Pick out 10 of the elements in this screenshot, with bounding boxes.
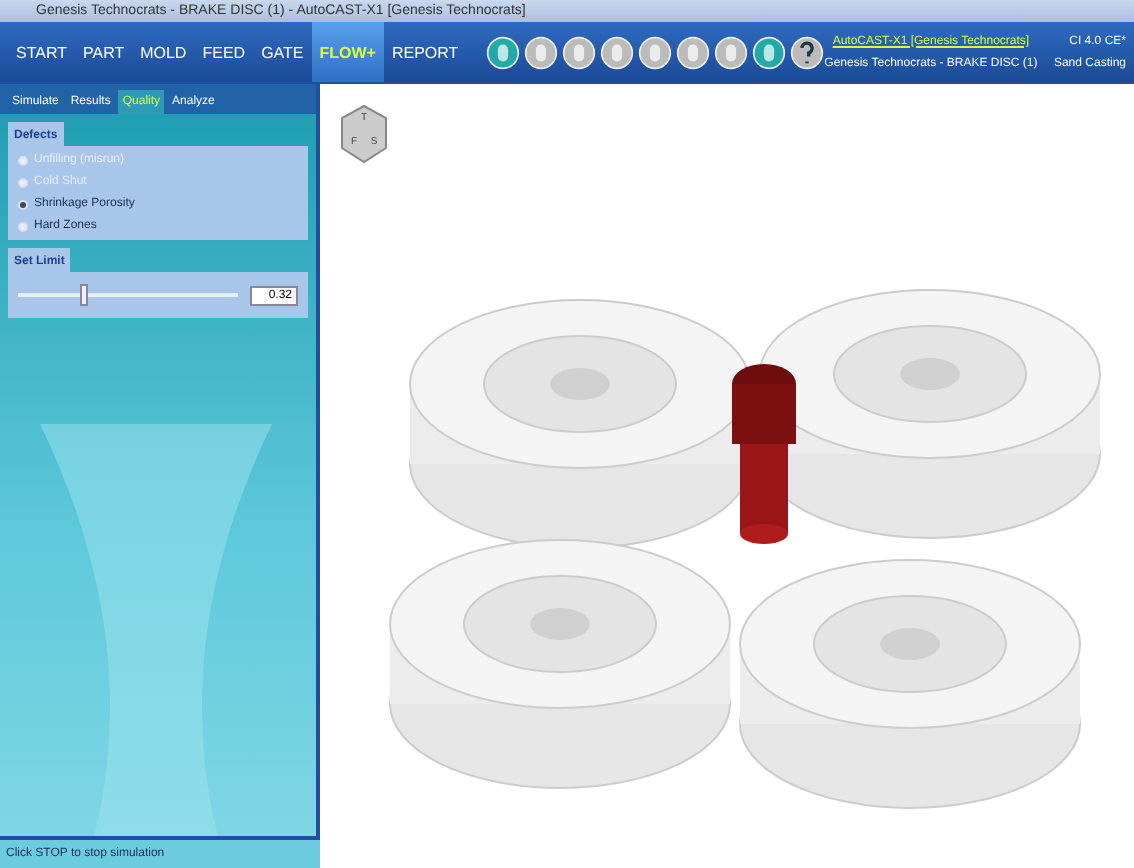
- menu-tab[interactable]: MOLD: [132, 22, 195, 82]
- menu-tab[interactable]: GATE: [253, 22, 312, 82]
- radio-button[interactable]: [18, 199, 28, 209]
- radio-button[interactable]: [18, 221, 28, 231]
- slider-thumb[interactable]: [80, 284, 88, 306]
- help-icon[interactable]: [790, 35, 825, 69]
- menu-tab[interactable]: FEED: [194, 22, 254, 82]
- menu-tab[interactable]: START: [8, 22, 75, 82]
- menu-tab[interactable]: PART: [74, 22, 133, 82]
- menu-tab[interactable]: REPORT: [383, 22, 467, 82]
